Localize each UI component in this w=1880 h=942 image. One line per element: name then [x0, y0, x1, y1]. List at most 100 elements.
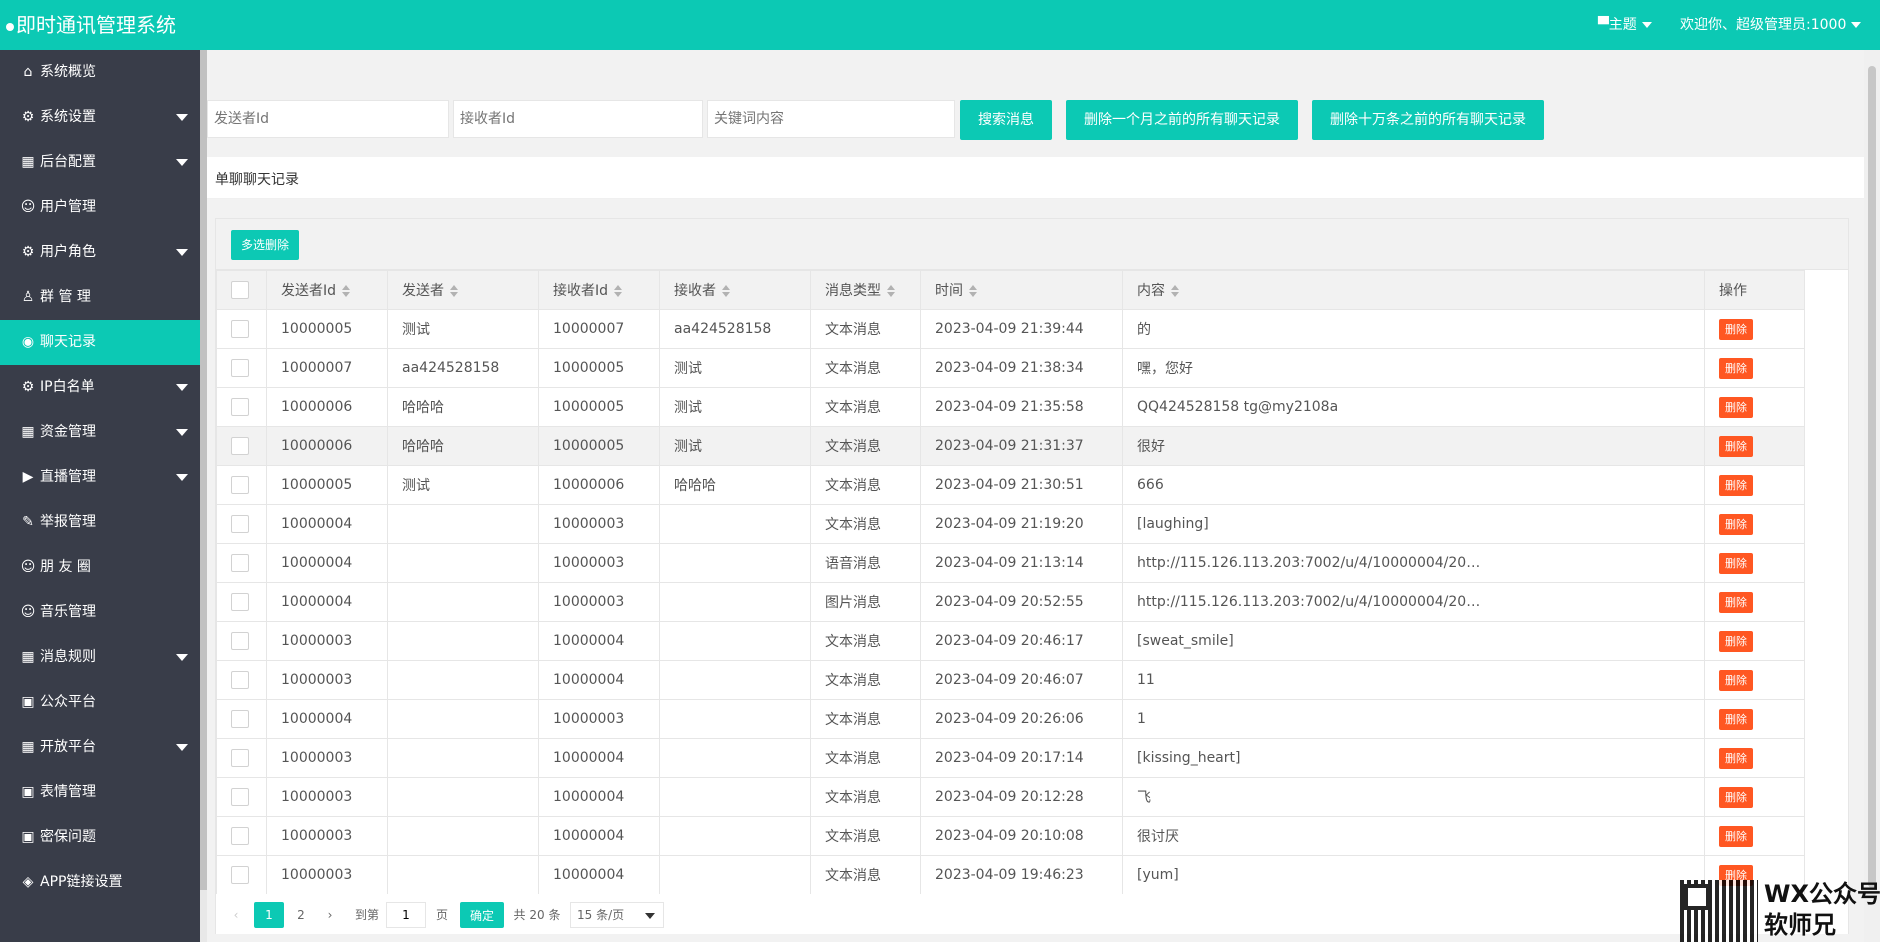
col-type[interactable]: 消息类型 — [810, 270, 921, 310]
sidebar-item-14[interactable]: ▣ 公众平台 — [0, 680, 200, 725]
cell-time: 2023-04-09 21:35:58 — [920, 387, 1123, 427]
row-actions-cell: 删除 — [1704, 465, 1805, 505]
receiver-id-input[interactable] — [453, 100, 703, 138]
sidebar-item-17[interactable]: ▣ 密保问题 — [0, 815, 200, 860]
row-checkbox[interactable] — [231, 437, 249, 455]
delete-button[interactable]: 删除 — [1719, 396, 1753, 418]
sidebar-item-13[interactable]: ▦ 消息规则 — [0, 635, 200, 680]
delete-button[interactable]: 删除 — [1719, 669, 1753, 691]
sidebar-item-18[interactable]: ◈ APP链接设置 — [0, 860, 200, 905]
content-text: 666 — [1137, 477, 1164, 493]
sort-icon[interactable] — [969, 285, 977, 297]
sidebar-item-6[interactable]: ◉ 聊天记录 — [0, 320, 200, 365]
sidebar-item-16[interactable]: ▣ 表情管理 — [0, 770, 200, 815]
sidebar-item-11[interactable]: ☺ 朋 友 圈 — [0, 545, 200, 590]
page-suffix: 页 — [435, 908, 448, 922]
delete-button[interactable]: 删除 — [1719, 786, 1753, 808]
content-text: QQ424528158 tg@my2108a — [1137, 399, 1339, 415]
sort-icon[interactable] — [887, 285, 895, 297]
row-checkbox[interactable] — [231, 515, 249, 533]
delete-button[interactable]: 删除 — [1719, 513, 1753, 535]
sender-id-input[interactable] — [207, 100, 449, 138]
next-page-icon[interactable]: › — [320, 902, 340, 928]
smile-icon: ☺ — [20, 604, 36, 620]
col-content[interactable]: 内容 — [1122, 270, 1705, 310]
delete-button[interactable]: 删除 — [1719, 630, 1753, 652]
table-row: 10000006 哈哈哈 10000005 测试 文本消息 2023-04-09 21:3… — [216, 426, 1805, 466]
row-checkbox[interactable] — [231, 398, 249, 416]
page-1[interactable]: 1 — [254, 902, 284, 928]
sort-icon[interactable] — [722, 285, 730, 297]
row-checkbox[interactable] — [231, 554, 249, 572]
col-receiver[interactable]: 接收者 — [659, 270, 811, 310]
row-checkbox[interactable] — [231, 593, 249, 611]
page-scrollbar[interactable] — [1868, 66, 1876, 888]
delete-button[interactable]: 删除 — [1719, 708, 1753, 730]
sidebar-item-10[interactable]: ✎ 举报管理 — [0, 500, 200, 545]
col-time[interactable]: 时间 — [920, 270, 1123, 310]
goto-page-input[interactable] — [386, 902, 426, 928]
delete-button[interactable]: 删除 — [1719, 747, 1753, 769]
sort-icon[interactable] — [614, 285, 623, 297]
col-sender-id[interactable]: 发送者Id — [266, 270, 388, 310]
row-checkbox[interactable] — [231, 671, 249, 689]
sidebar-item-7[interactable]: ⚙ IP白名单 — [0, 365, 200, 410]
sidebar-item-3[interactable]: ☺ 用户管理 — [0, 185, 200, 230]
keyword-input[interactable] — [707, 100, 955, 138]
sidebar-item-5[interactable]: ♙ 群 管 理 — [0, 275, 200, 320]
delete-button[interactable]: 删除 — [1719, 435, 1753, 457]
row-checkbox[interactable] — [231, 866, 249, 884]
table-row: 10000003 10000004 文本消息 2023-04-09 20:12:28 飞… — [216, 777, 1805, 817]
sidebar-item-label: 资金管理 — [40, 424, 96, 440]
row-checkbox[interactable] — [231, 749, 249, 767]
theme-icon: ▀ — [1598, 17, 1609, 33]
row-checkbox[interactable] — [231, 710, 249, 728]
row-checkbox[interactable] — [231, 359, 249, 377]
delete-button[interactable]: 删除 — [1719, 318, 1753, 340]
sidebar-item-9[interactable]: ▶ 直播管理 — [0, 455, 200, 500]
sort-icon[interactable] — [1171, 285, 1179, 297]
delete-month-button[interactable]: 删除一个月之前的所有聊天记录 — [1066, 100, 1298, 140]
row-checkbox[interactable] — [231, 320, 249, 338]
col-sender[interactable]: 发送者 — [387, 270, 539, 310]
theme-menu[interactable]: ▀主题 — [1598, 16, 1652, 34]
cell-time: 2023-04-09 20:17:14 — [920, 738, 1123, 778]
row-checkbox[interactable] — [231, 476, 249, 494]
sidebar-item-8[interactable]: ▦ 资金管理 — [0, 410, 200, 455]
row-checkbox[interactable] — [231, 632, 249, 650]
sidebar-item-15[interactable]: ▦ 开放平台 — [0, 725, 200, 770]
cell-sender — [387, 582, 539, 622]
sort-icon[interactable] — [450, 285, 458, 297]
col-receiver-id[interactable]: 接收者Id — [538, 270, 660, 310]
sort-icon[interactable] — [342, 285, 351, 297]
sidebar-item-4[interactable]: ⚙ 用户角色 — [0, 230, 200, 275]
cell-time: 2023-04-09 21:38:34 — [920, 348, 1123, 388]
per-page-select[interactable]: 15 条/页 — [570, 902, 664, 928]
app-title[interactable]: 即时通讯管理系统 — [6, 12, 176, 38]
select-all-checkbox[interactable] — [231, 281, 249, 299]
delete-button[interactable]: 删除 — [1719, 357, 1753, 379]
sidebar-item-12[interactable]: ☺ 音乐管理 — [0, 590, 200, 635]
delete-button[interactable]: 删除 — [1719, 825, 1753, 847]
sidebar-item-0[interactable]: ⌂ 系统概览 — [0, 50, 200, 95]
user-menu[interactable]: 欢迎你、超级管理员:1000 — [1680, 16, 1862, 34]
page-2[interactable]: 2 — [286, 902, 316, 928]
goto-confirm-button[interactable]: 确定 — [460, 902, 504, 928]
sidebar-item-label: 系统设置 — [40, 109, 96, 125]
cell-receiver: 测试 — [659, 426, 811, 466]
cell-sender-id: 10000007 — [266, 348, 388, 388]
delete-100k-button[interactable]: 删除十万条之前的所有聊天记录 — [1312, 100, 1544, 140]
prev-page-icon[interactable]: ‹ — [226, 902, 246, 928]
multi-delete-button[interactable]: 多选删除 — [231, 230, 299, 260]
delete-button[interactable]: 删除 — [1719, 591, 1753, 613]
sidebar-scrollbar[interactable] — [200, 50, 207, 890]
sidebar-item-1[interactable]: ⚙ 系统设置 — [0, 95, 200, 140]
row-checkbox[interactable] — [231, 788, 249, 806]
delete-button[interactable]: 删除 — [1719, 474, 1753, 496]
row-actions-cell: 删除 — [1704, 426, 1805, 466]
search-button[interactable]: 搜索消息 — [960, 100, 1052, 140]
cell-content: 飞 — [1122, 777, 1705, 817]
sidebar-item-2[interactable]: ▦ 后台配置 — [0, 140, 200, 185]
row-checkbox[interactable] — [231, 827, 249, 845]
delete-button[interactable]: 删除 — [1719, 552, 1753, 574]
